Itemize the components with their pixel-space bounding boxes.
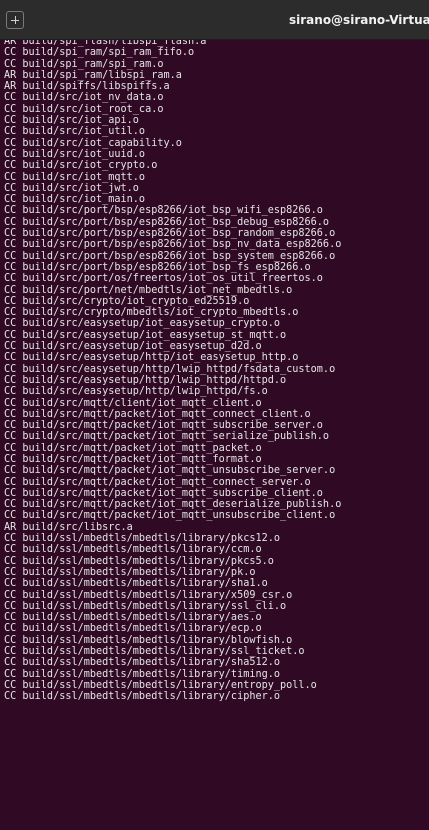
terminal-line: CC build/src/iot_root_ca.o: [4, 103, 164, 115]
terminal-line: CC build/src/port/os/freertos/iot_os_uti…: [4, 273, 323, 285]
terminal-line: AR build/spi_ram/libspi_ram.a: [4, 69, 182, 81]
terminal-line: CC build/src/mqtt/packet/iot_mqtt_deseri…: [4, 499, 342, 511]
terminal-line: CC build/src/iot_main.o: [4, 194, 146, 206]
terminal-line: CC build/ssl/mbedtls/mbedtls/library/pk.…: [4, 566, 256, 578]
terminal-line: CC build/ssl/mbedtls/mbedtls/library/pkc…: [4, 555, 274, 567]
terminal-line: CC build/src/easysetup/http/iot_easysetu…: [4, 352, 299, 364]
terminal-line: CC build/ssl/mbedtls/mbedtls/library/cip…: [4, 691, 281, 703]
terminal-line: CC build/src/crypto/mbedtls/iot_crypto_m…: [4, 307, 299, 319]
terminal-line: CC build/src/port/bsp/esp8266/iot_bsp_ra…: [4, 228, 336, 240]
terminal-line: CC build/src/mqtt/packet/iot_mqtt_format…: [4, 453, 262, 465]
terminal-line: CC build/src/iot_mqtt.o: [4, 171, 146, 183]
terminal-line: CC build/src/easysetup/http/lwip_httpd/f…: [4, 363, 336, 375]
terminal-line: CC build/src/mqtt/client/iot_mqtt_client…: [4, 397, 262, 409]
terminal-line: CC build/src/mqtt/packet/iot_mqtt_connec…: [4, 408, 311, 420]
title-bar[interactable]: sirano@sirano-Virtua: [0, 0, 429, 40]
terminal-line: CC build/ssl/mbedtls/mbedtls/library/ecp…: [4, 623, 262, 635]
terminal-window: sirano@sirano-Virtua AR build/spi_flash/…: [0, 0, 429, 830]
terminal-line: CC build/src/iot_util.o: [4, 126, 146, 138]
terminal-line: CC build/src/port/bsp/esp8266/iot_bsp_fs…: [4, 261, 311, 273]
terminal-line: AR build/spiffs/libspiffs.a: [4, 81, 170, 93]
terminal-line: CC build/ssl/mbedtls/mbedtls/library/ent…: [4, 679, 317, 691]
terminal-line: CC build/src/port/bsp/esp8266/iot_bsp_de…: [4, 216, 330, 228]
terminal-line: CC build/src/mqtt/packet/iot_mqtt_subscr…: [4, 487, 323, 499]
terminal-line: AR build/spi_flash/libspi_flash.a: [4, 40, 207, 47]
new-tab-icon[interactable]: [6, 11, 24, 29]
terminal-line: CC build/src/easysetup/iot_easysetup_st_…: [4, 329, 287, 341]
terminal-line: CC build/src/crypto/iot_crypto_ed25519.o: [4, 295, 250, 307]
plus-vertical-stroke: [15, 16, 16, 24]
terminal-line: AR build/src/libsrc.a: [4, 521, 133, 533]
terminal-line: CC build/src/easysetup/iot_easysetup_d2d…: [4, 341, 262, 353]
terminal-line: CC build/src/mqtt/packet/iot_mqtt_unsubs…: [4, 510, 336, 522]
terminal-line: CC build/src/port/bsp/esp8266/iot_bsp_sy…: [4, 250, 336, 262]
terminal-line: CC build/ssl/mbedtls/mbedtls/library/x50…: [4, 589, 293, 601]
terminal-line: CC build/src/iot_nv_data.o: [4, 92, 164, 104]
terminal-line: CC build/src/port/bsp/esp8266/iot_bsp_nv…: [4, 239, 342, 251]
terminal-line: CC build/src/iot_uuid.o: [4, 148, 146, 160]
terminal-line: CC build/src/mqtt/packet/iot_mqtt_packet…: [4, 442, 262, 454]
terminal-line: CC build/ssl/mbedtls/mbedtls/library/blo…: [4, 634, 293, 646]
terminal-line: CC build/src/mqtt/packet/iot_mqtt_serial…: [4, 431, 330, 443]
window-title: sirano@sirano-Virtua: [289, 13, 429, 27]
terminal-line: CC build/ssl/mbedtls/mbedtls/library/ssl…: [4, 600, 287, 612]
terminal-line: CC build/src/iot_api.o: [4, 115, 139, 127]
terminal-line: CC build/src/easysetup/http/lwip_httpd/f…: [4, 386, 268, 398]
terminal-line: CC build/ssl/mbedtls/mbedtls/library/sha…: [4, 657, 281, 669]
terminal-line: CC build/ssl/mbedtls/mbedtls/library/pkc…: [4, 533, 281, 545]
terminal-line: CC build/src/mqtt/packet/iot_mqtt_connec…: [4, 476, 311, 488]
terminal-line: CC build/src/iot_crypto.o: [4, 160, 158, 172]
terminal-line: CC build/spi_ram/spi_ram_fifo.o: [4, 47, 195, 59]
terminal-line: CC build/spi_ram/spi_ram.o: [4, 58, 164, 70]
terminal-line: CC build/src/easysetup/iot_easysetup_cry…: [4, 318, 281, 330]
terminal-line: CC build/src/iot_jwt.o: [4, 182, 139, 194]
terminal-line: CC build/ssl/mbedtls/mbedtls/library/ccm…: [4, 544, 262, 556]
terminal-line: CC build/ssl/mbedtls/mbedtls/library/sha…: [4, 578, 268, 590]
terminal-line: CC build/ssl/mbedtls/mbedtls/library/aes…: [4, 612, 262, 624]
terminal-line: CC build/src/iot_capability.o: [4, 137, 182, 149]
terminal-line: CC build/src/port/net/mbedtls/iot_net_mb…: [4, 284, 293, 296]
terminal-line: CC build/ssl/mbedtls/mbedtls/library/tim…: [4, 668, 281, 680]
terminal-line: CC build/src/port/bsp/esp8266/iot_bsp_wi…: [4, 205, 323, 217]
terminal-line: CC build/src/mqtt/packet/iot_mqtt_unsubs…: [4, 465, 336, 477]
terminal-line: CC build/src/easysetup/http/lwip_httpd/h…: [4, 374, 287, 386]
terminal-line: CC build/src/mqtt/packet/iot_mqtt_subscr…: [4, 420, 323, 432]
terminal-output[interactable]: AR build/spi_flash/libspi_flash.a CC buil…: [0, 40, 429, 830]
terminal-line: CC build/ssl/mbedtls/mbedtls/library/ssl…: [4, 646, 305, 658]
